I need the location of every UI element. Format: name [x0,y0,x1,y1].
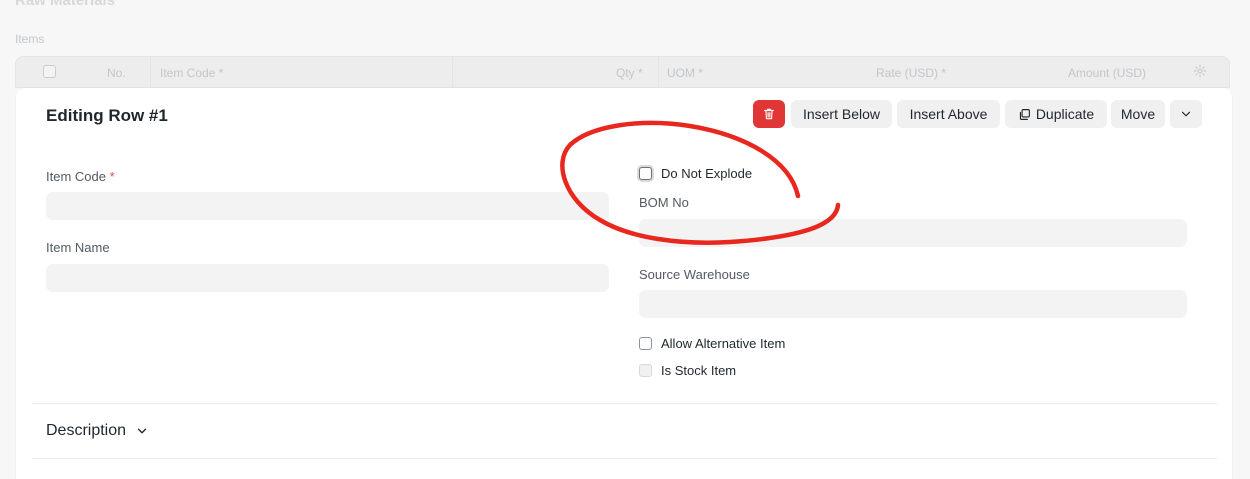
more-options-button[interactable] [1170,100,1202,128]
select-all-checkbox[interactable] [43,65,56,78]
allow-alternative-item-checkbox[interactable] [639,337,652,350]
column-uom: UOM * [667,66,703,80]
bom-no-input[interactable] [639,219,1187,247]
items-table-header: No. Item Code * Qty * UOM * Rate (USD) *… [15,56,1230,88]
is-stock-item-label: Is Stock Item [661,363,737,378]
chevron-down-icon [1181,111,1191,117]
panel-title: Editing Row #1 [46,106,168,125]
item-name-label: Item Name [46,240,110,255]
column-separator [658,57,659,87]
section-divider [32,458,1217,459]
delete-row-button[interactable] [753,100,785,128]
duplicate-label: Duplicate [1035,106,1095,122]
is-stock-item-checkbox [639,364,652,377]
column-separator [150,57,151,87]
section-divider [32,403,1217,404]
column-separator [452,57,453,87]
chevron-down-icon [135,424,149,438]
do-not-explode-option[interactable]: Do Not Explode [639,166,752,181]
column-amount: Amount (USD) [1068,66,1147,80]
is-stock-item-option: Is Stock Item [639,363,736,378]
gear-icon[interactable] [1193,64,1207,78]
item-name-input[interactable] [46,264,609,292]
do-not-explode-checkbox[interactable] [639,167,652,180]
description-section-title: Description [46,422,127,439]
items-table-label: Items [15,32,45,46]
copy-icon [1018,108,1031,121]
move-button[interactable]: Move [1111,100,1165,128]
form-screen: Raw Materials Items No. Item Code * Qty … [0,0,1250,479]
insert-below-button[interactable]: Insert Below [791,100,892,128]
item-code-label: Item Code * [46,169,115,184]
description-section-toggle[interactable]: Description [46,422,149,440]
source-warehouse-input[interactable] [639,290,1187,318]
column-item-code: Item Code * [160,66,224,80]
item-code-input[interactable] [46,192,609,220]
allow-alternative-item-label: Allow Alternative Item [661,336,786,351]
allow-alternative-item-option[interactable]: Allow Alternative Item [639,336,785,351]
trash-icon [764,108,774,120]
column-no: No. [107,66,126,80]
required-indicator: * [109,169,115,184]
section-heading-raw-materials: Raw Materials [15,0,116,9]
column-qty: Qty * [616,66,643,80]
editing-row-panel: Editing Row #1 Insert Below Insert Above… [16,88,1232,479]
duplicate-button[interactable]: Duplicate [1005,100,1107,128]
source-warehouse-label: Source Warehouse [639,267,750,282]
do-not-explode-label: Do Not Explode [661,166,753,181]
insert-above-button[interactable]: Insert Above [897,100,1000,128]
bom-no-label: BOM No [639,195,689,210]
column-rate: Rate (USD) * [876,66,947,80]
